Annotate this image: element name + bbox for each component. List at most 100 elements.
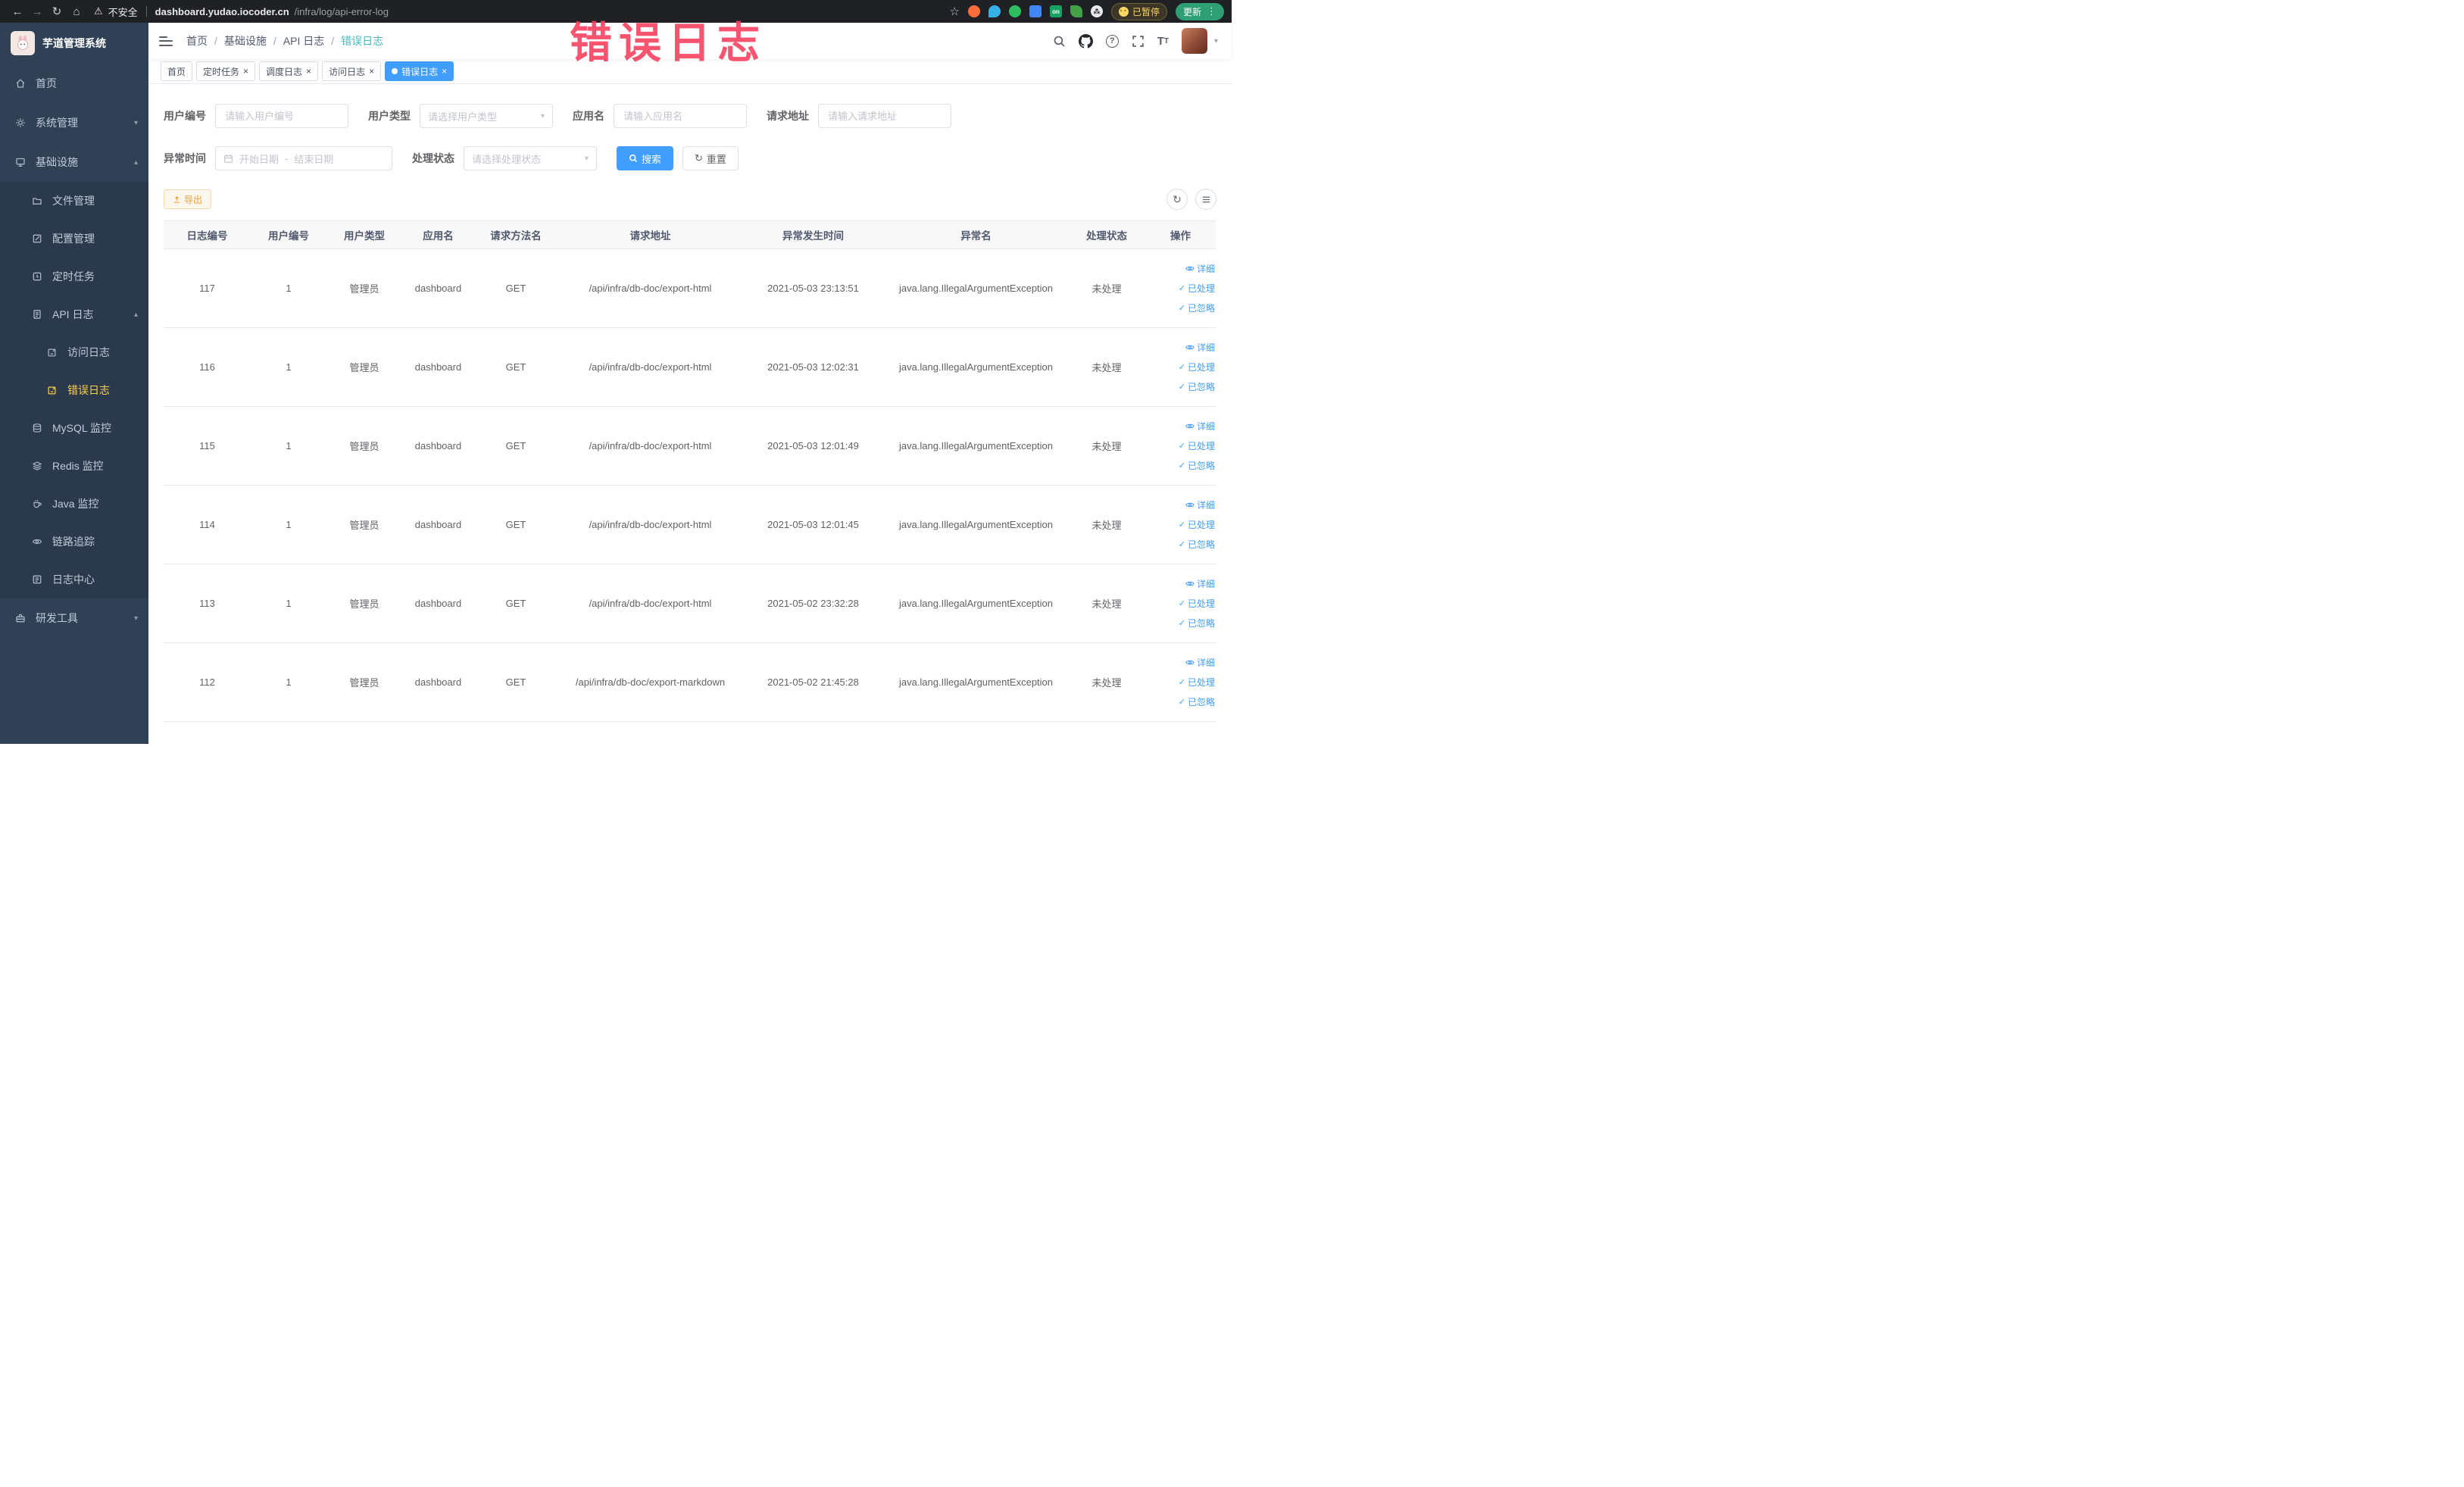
mark-ignored-link[interactable]: ✓ 已忽略: [1145, 535, 1215, 555]
address-bar[interactable]: ⚠ 不安全 dashboard.yudao.iocoder.cn/infra/l…: [94, 5, 950, 19]
extension-paw-icon[interactable]: ⁂: [1090, 5, 1103, 17]
sidebar-item-config-manage[interactable]: 配置管理: [0, 220, 148, 258]
detail-link[interactable]: 详细: [1145, 574, 1215, 594]
sidebar-item-mysql-monitor[interactable]: MySQL 监控: [0, 409, 148, 447]
reload-icon[interactable]: ↻: [47, 5, 67, 18]
back-icon[interactable]: ←: [8, 5, 27, 18]
search-button[interactable]: 搜索: [617, 146, 674, 170]
home-icon[interactable]: ⌂: [67, 5, 86, 18]
sidebar-item-java-monitor[interactable]: Java 监控: [0, 485, 148, 523]
detail-link[interactable]: 详细: [1145, 653, 1215, 673]
font-size-icon[interactable]: TT: [1157, 35, 1169, 48]
app-name-input[interactable]: [614, 104, 747, 128]
github-icon[interactable]: [1078, 33, 1093, 48]
refresh-button[interactable]: ↻: [1166, 189, 1188, 210]
reset-button[interactable]: ↻ 重置: [682, 146, 739, 170]
help-icon[interactable]: ?: [1105, 34, 1119, 48]
cell-status: 未处理: [1069, 248, 1145, 328]
table-tools: ↻: [1166, 189, 1216, 210]
sidebar-item-dev-tools[interactable]: 研发工具 ▾: [0, 598, 148, 638]
detail-link[interactable]: 详细: [1145, 259, 1215, 279]
export-button[interactable]: 导出: [164, 189, 212, 209]
cell-status: 未处理: [1069, 327, 1145, 407]
monitor-icon: [15, 157, 27, 167]
sidebar-item-redis-monitor[interactable]: Redis 监控: [0, 447, 148, 485]
close-icon[interactable]: ×: [369, 67, 374, 76]
eye-icon: [1185, 423, 1195, 430]
tab-scheduled-job[interactable]: 定时任务 ×: [196, 61, 256, 81]
mark-processed-link[interactable]: ✓ 已处理: [1145, 436, 1215, 456]
mark-processed-link[interactable]: ✓ 已处理: [1145, 594, 1215, 614]
cell-time: 2021-05-03 23:13:51: [743, 248, 883, 328]
detail-link[interactable]: 详细: [1145, 338, 1215, 358]
extension-green-icon[interactable]: [1008, 5, 1021, 17]
request-url-input[interactable]: [818, 104, 951, 128]
tab-error-log[interactable]: 错误日志 ×: [385, 61, 454, 81]
sidebar-item-label: 配置管理: [52, 233, 95, 245]
user-id-input[interactable]: [215, 104, 348, 128]
breadcrumb-home[interactable]: 首页: [186, 33, 208, 48]
sidebar-item-log-center[interactable]: 日志中心: [0, 561, 148, 598]
mark-ignored-link[interactable]: ✓ 已忽略: [1145, 614, 1215, 633]
cell-exception: java.lang.IllegalArgumentException: [883, 327, 1069, 407]
app-logo[interactable]: 芋道管理系统: [0, 23, 148, 64]
extension-grid-icon[interactable]: [1029, 5, 1042, 17]
timer-icon: [32, 271, 44, 282]
cell-app: dashboard: [402, 642, 474, 722]
browser-update-button[interactable]: 更新 ⋮: [1175, 2, 1224, 20]
sidebar-item-access-log[interactable]: 访问日志: [0, 333, 148, 371]
user-type-select[interactable]: 请选择用户类型 ▾: [420, 104, 553, 128]
mark-ignored-link[interactable]: ✓ 已忽略: [1145, 456, 1215, 476]
database-icon: [32, 423, 44, 433]
breadcrumb-infra[interactable]: 基础设施: [224, 33, 267, 48]
process-status-select[interactable]: 请选择处理状态 ▾: [464, 146, 597, 170]
mark-processed-link[interactable]: ✓ 已处理: [1145, 279, 1215, 298]
sidebar-item-scheduled-job[interactable]: 定时任务: [0, 258, 148, 295]
profile-paused-chip[interactable]: 已暂停: [1110, 2, 1167, 20]
sidebar-item-file-manage[interactable]: 文件管理: [0, 182, 148, 220]
forward-icon[interactable]: →: [27, 5, 47, 18]
table-header-row: 日志编号 用户编号 用户类型 应用名 请求方法名 请求地址 异常发生时间 异常名…: [164, 220, 1216, 249]
sidebar-collapse-icon[interactable]: [159, 36, 173, 46]
fullscreen-icon[interactable]: [1132, 35, 1145, 48]
mark-processed-link[interactable]: ✓ 已处理: [1145, 358, 1215, 377]
detail-link[interactable]: 详细: [1145, 495, 1215, 515]
detail-label: 详细: [1196, 578, 1215, 589]
tab-job-log[interactable]: 调度日志 ×: [259, 61, 319, 81]
sidebar-item-infra[interactable]: 基础设施 ▴: [0, 142, 148, 182]
field-label: 应用名: [573, 110, 604, 122]
avatar-caret-icon[interactable]: ▾: [1214, 37, 1218, 45]
search-icon[interactable]: [1053, 35, 1066, 48]
breadcrumb-api-log[interactable]: API 日志: [283, 33, 324, 48]
exception-time-range-picker[interactable]: 开始日期 - 结束日期: [215, 146, 392, 170]
mark-ignored-link[interactable]: ✓ 已忽略: [1145, 377, 1215, 397]
bookmark-star-icon[interactable]: ☆: [950, 5, 960, 18]
column-settings-button[interactable]: [1195, 189, 1216, 210]
close-icon[interactable]: ×: [442, 67, 447, 76]
ignored-label: 已忽略: [1187, 617, 1215, 629]
processed-label: 已处理: [1187, 676, 1215, 688]
mark-ignored-link[interactable]: ✓ 已忽略: [1145, 298, 1215, 318]
menu-kebab-icon[interactable]: ⋮: [1207, 5, 1216, 17]
sidebar-item-system[interactable]: 系统管理 ▾: [0, 103, 148, 142]
mark-ignored-link[interactable]: ✓ 已忽略: [1145, 692, 1215, 712]
mark-processed-link[interactable]: ✓ 已处理: [1145, 515, 1215, 535]
sidebar-item-api-log[interactable]: API 日志 ▴: [0, 295, 148, 333]
extension-leaf-icon[interactable]: [1070, 5, 1082, 17]
close-icon[interactable]: ×: [306, 67, 311, 76]
tab-home[interactable]: 首页: [161, 61, 193, 81]
eye-icon: [32, 536, 44, 547]
sidebar-item-error-log[interactable]: 错误日志: [0, 371, 148, 409]
tab-access-log[interactable]: 访问日志 ×: [322, 61, 382, 81]
table-row: 116 1 管理员 dashboard GET /api/infra/db-do…: [164, 327, 1216, 407]
extension-drop-icon[interactable]: [988, 5, 1001, 17]
detail-link[interactable]: 详细: [1145, 417, 1215, 436]
close-icon[interactable]: ×: [243, 67, 248, 76]
extension-on-badge-icon[interactable]: on: [1049, 5, 1062, 17]
filter-row-2: 异常时间 开始日期 - 结束日期 处理状态 请选择处理状态 ▾ 搜索 ↻ 重置: [164, 146, 1216, 170]
sidebar-item-trace[interactable]: 链路追踪: [0, 523, 148, 561]
extension-orange-icon[interactable]: [967, 5, 980, 17]
mark-processed-link[interactable]: ✓ 已处理: [1145, 673, 1215, 692]
sidebar-item-home[interactable]: 首页: [0, 64, 148, 103]
user-avatar[interactable]: [1181, 28, 1207, 54]
